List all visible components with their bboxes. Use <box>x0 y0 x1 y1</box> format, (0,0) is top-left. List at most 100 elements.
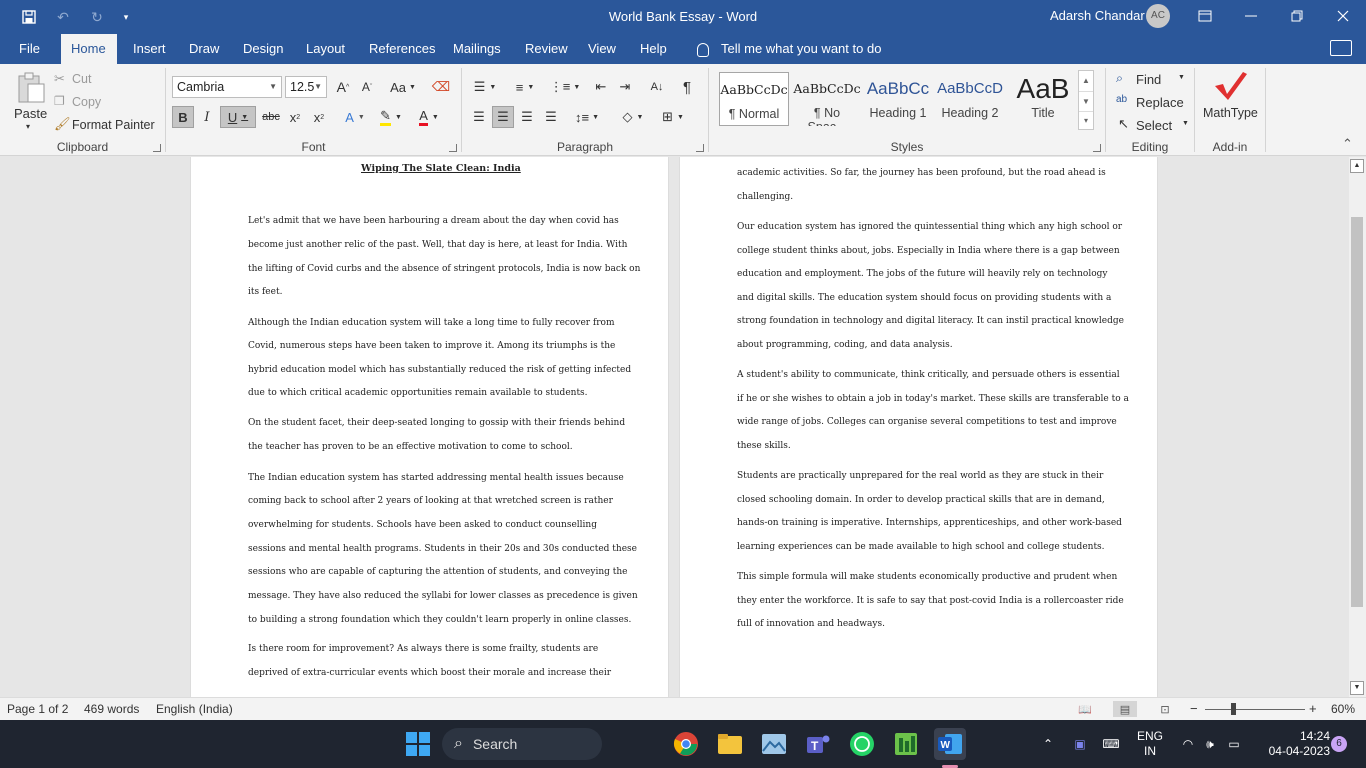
taskbar-search[interactable]: ⌕ Search <box>442 728 602 760</box>
file-explorer-icon[interactable] <box>714 728 746 760</box>
document-line[interactable]: these skills. <box>737 435 791 459</box>
document-line[interactable]: Is there room for improvement? As always… <box>248 638 598 662</box>
web-layout-icon[interactable]: ⊡ <box>1153 701 1177 717</box>
print-layout-icon[interactable]: ▤ <box>1113 701 1137 717</box>
zoom-in-button[interactable]: + <box>1309 698 1317 720</box>
whatsapp-icon[interactable] <box>846 728 878 760</box>
numbering-button[interactable]: ≡ ▼ <box>508 76 542 98</box>
mathtype-button[interactable]: MathType <box>1199 68 1261 130</box>
spreadsheet-app-icon[interactable] <box>890 728 922 760</box>
read-mode-icon[interactable]: 📖 <box>1073 701 1097 717</box>
customize-qat-icon[interactable]: ▾ <box>114 0 138 34</box>
document-line[interactable]: sessions and mental health programs. Stu… <box>248 538 637 562</box>
document-page-2[interactable]: academic activities. So far, the journey… <box>680 157 1157 697</box>
vertical-scrollbar[interactable]: ▲ ▼ <box>1349 157 1366 697</box>
chrome-icon[interactable] <box>670 728 702 760</box>
tab-references[interactable]: References <box>359 34 445 64</box>
increase-indent-icon[interactable]: ⇥ <box>614 76 636 98</box>
copy-button[interactable]: ❐ Copy <box>54 93 154 113</box>
document-line[interactable]: On the student facet, their deep-seated … <box>248 412 625 436</box>
document-line[interactable]: to building a strong foundation which th… <box>248 609 631 633</box>
paste-button[interactable]: Paste ▾ <box>14 70 48 131</box>
chevron-up-icon[interactable]: ▲ <box>1079 71 1093 91</box>
document-line[interactable]: become just another relic of the past. W… <box>248 234 627 258</box>
superscript-button[interactable]: x2 <box>308 106 330 128</box>
shrink-font-button[interactable]: Aˇ <box>356 76 378 98</box>
tab-home[interactable]: Home <box>61 34 117 64</box>
collapse-ribbon-icon[interactable]: ⌃ <box>1342 136 1353 152</box>
keyboard-icon[interactable]: ⌨ <box>1100 720 1122 768</box>
document-line[interactable]: Our education system has ignored the qui… <box>737 216 1122 240</box>
document-line[interactable]: Although the Indian education system wil… <box>248 312 615 336</box>
font-color-button[interactable]: A ▼ <box>414 106 444 128</box>
grow-font-button[interactable]: A ^ <box>332 76 354 98</box>
document-line[interactable]: coming back to school after 2 years of l… <box>248 490 613 514</box>
document-heading[interactable]: Wiping The Slate Clean: India <box>361 163 521 174</box>
change-case-button[interactable]: Aa ▼ <box>388 76 418 98</box>
scroll-down-icon[interactable]: ▼ <box>1350 681 1364 695</box>
style-no-spacing[interactable]: AaBbCcDc ¶ No Spac... <box>793 72 861 126</box>
tab-insert[interactable]: Insert <box>123 34 176 64</box>
zoom-slider-thumb[interactable] <box>1231 703 1236 715</box>
document-line[interactable]: learning experiences can be made availab… <box>737 536 1105 560</box>
font-launcher-icon[interactable] <box>449 144 457 152</box>
document-line[interactable]: A student's ability to communicate, thin… <box>737 364 1120 388</box>
teams-icon[interactable]: T <box>802 728 834 760</box>
page-count[interactable]: Page 1 of 2 <box>7 698 68 720</box>
styles-launcher-icon[interactable] <box>1093 144 1101 152</box>
document-line[interactable]: Let's admit that we have been harbouring… <box>248 210 619 234</box>
document-line[interactable]: sessions who are capable of capturing th… <box>248 561 628 585</box>
select-button[interactable]: ↖ Select ▼ <box>1116 116 1194 136</box>
document-line[interactable]: its feet. <box>248 281 282 305</box>
document-line[interactable]: college student thinks about, jobs. Espe… <box>737 240 1120 264</box>
clipboard-launcher-icon[interactable] <box>153 144 161 152</box>
replace-button[interactable]: ab Replace <box>1116 93 1196 113</box>
restore-icon[interactable] <box>1274 0 1320 32</box>
document-line[interactable]: full of innovation and headways. <box>737 613 885 637</box>
find-button[interactable]: ⌕ Find ▼ <box>1116 70 1188 90</box>
scrollbar-thumb[interactable] <box>1351 217 1363 607</box>
tab-file[interactable]: File <box>9 34 50 64</box>
comments-icon[interactable] <box>1330 40 1352 56</box>
tab-help[interactable]: Help <box>630 34 677 64</box>
document-line[interactable]: Covid, numerous steps have been taken to… <box>248 335 615 359</box>
document-canvas[interactable]: Wiping The Slate Clean: India Let's admi… <box>0 157 1349 697</box>
font-family-select[interactable]: Cambria ▼ <box>172 76 282 98</box>
underline-button[interactable]: U ▼ <box>220 106 256 128</box>
zoom-slider-track[interactable] <box>1205 709 1305 710</box>
clear-formatting-icon[interactable]: ⌫ <box>430 76 452 98</box>
user-name[interactable]: Adarsh Chandar <box>1050 0 1145 32</box>
document-line[interactable]: education and employment. The jobs of th… <box>737 263 1107 287</box>
volume-icon[interactable]: 🕪 <box>1200 720 1220 768</box>
line-spacing-button[interactable]: ↕≡ ▼ <box>570 106 604 128</box>
teams-tray-icon[interactable]: ▣ <box>1070 720 1090 768</box>
bullets-button[interactable]: ☰ ▼ <box>468 76 502 98</box>
photos-icon[interactable] <box>758 728 790 760</box>
document-line[interactable]: overwhelming for students. Schools have … <box>248 514 597 538</box>
align-right-icon[interactable]: ☰ <box>516 106 538 128</box>
tell-me-search[interactable]: Tell me what you want to do <box>693 34 881 64</box>
strikethrough-button[interactable]: abc <box>260 106 282 128</box>
document-line[interactable]: This simple formula will make students e… <box>737 566 1117 590</box>
clock[interactable]: 14:24 04-04-2023 <box>1254 729 1330 759</box>
style-heading-2[interactable]: AaBbCcD Heading 2 <box>935 72 1005 126</box>
format-painter-button[interactable]: 🖌 Format Painter <box>54 116 159 136</box>
scroll-up-icon[interactable]: ▲ <box>1350 159 1364 173</box>
paste-dropdown-icon[interactable]: ▾ <box>26 122 30 131</box>
document-line[interactable]: Students are practically unprepared for … <box>737 465 1103 489</box>
tab-mailings[interactable]: Mailings <box>443 34 511 64</box>
zoom-out-button[interactable]: − <box>1190 698 1198 720</box>
document-line[interactable]: challenging. <box>737 186 793 210</box>
ribbon-display-options-icon[interactable] <box>1182 0 1228 32</box>
tab-layout[interactable]: Layout <box>296 34 355 64</box>
word-count[interactable]: 469 words <box>84 698 139 720</box>
windows-start-icon[interactable] <box>402 728 434 760</box>
document-line[interactable]: The Indian education system has started … <box>248 467 624 491</box>
document-line[interactable]: closed schooling domain. In order to dev… <box>737 489 1105 513</box>
align-left-icon[interactable]: ☰ <box>468 106 490 128</box>
font-size-select[interactable]: 12.5 ▼ <box>285 76 327 98</box>
paragraph-launcher-icon[interactable] <box>696 144 704 152</box>
document-line[interactable]: strong foundation in technology and digi… <box>737 310 1124 334</box>
document-line[interactable]: if he or she wishes to obtain a job in t… <box>737 388 1129 412</box>
document-line[interactable]: wide range of jobs. Colleges can organis… <box>737 411 1117 435</box>
